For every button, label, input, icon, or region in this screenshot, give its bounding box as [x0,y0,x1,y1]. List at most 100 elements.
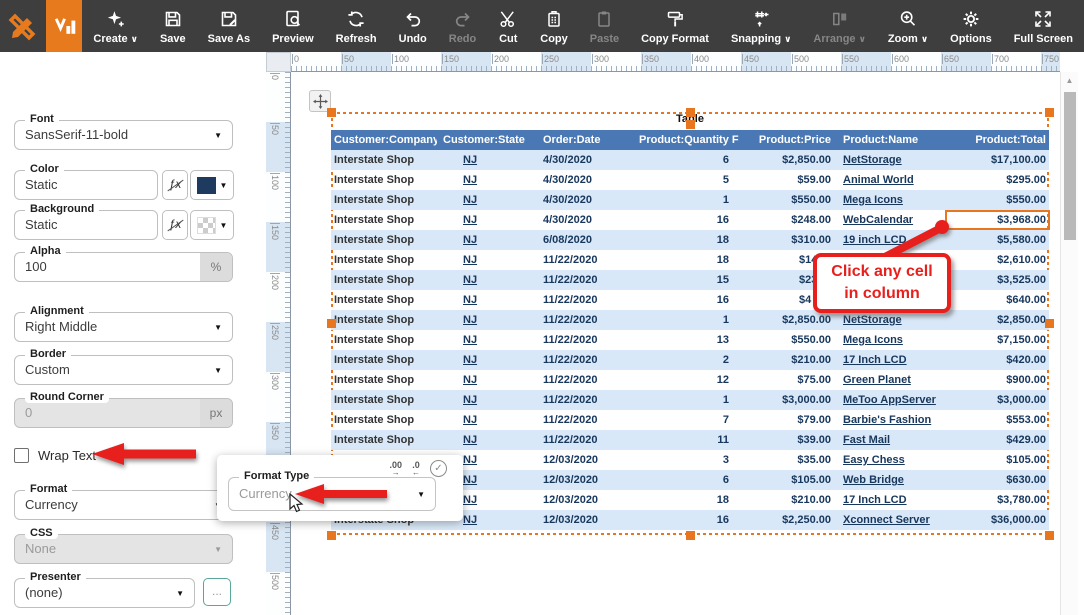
table-cell-price[interactable]: $310.00 [741,230,839,250]
table-cell-total[interactable]: $3,000.00 [951,390,1049,410]
alpha-field[interactable]: Alpha 100 % [14,252,233,282]
color-formula-button[interactable]: ƒx [162,170,188,200]
table-cell-company[interactable]: Interstate Shop [331,410,437,430]
table-cell-price[interactable]: $39.00 [741,430,839,450]
toolbar-item-options[interactable]: Options [939,0,1003,52]
table-cell-qty[interactable]: 7 [631,410,741,430]
column-header[interactable]: Customer:State [437,130,527,150]
table-cell-qty[interactable]: 18 [631,230,741,250]
scroll-up-icon[interactable]: ▲ [1061,76,1078,85]
table-cell-date[interactable]: 12/03/2020 [527,490,631,510]
table-cell-state[interactable]: NJ [437,370,527,390]
table-cell-company[interactable]: Interstate Shop [331,210,437,230]
table-cell-company[interactable]: Interstate Shop [331,350,437,370]
table-cell-name[interactable]: NetStorage [839,150,951,170]
table-cell-total[interactable]: $553.00 [951,410,1049,430]
apply-check-icon[interactable]: ✓ [430,460,447,477]
table-cell-qty[interactable]: 13 [631,330,741,350]
table-cell-qty[interactable]: 16 [631,290,741,310]
resize-handle-top-left[interactable] [327,108,336,117]
table-cell-name[interactable]: MeToo AppServer [839,390,951,410]
toolbar-item-snapping[interactable]: Snapping∨ [720,0,802,52]
table-cell-price[interactable]: $550.00 [741,330,839,350]
table-cell-company[interactable]: Interstate Shop [331,430,437,450]
table-cell-company[interactable]: Interstate Shop [331,290,437,310]
background-mode-field[interactable]: Background Static [14,210,158,240]
table-cell-qty[interactable]: 1 [631,390,741,410]
table-cell-name[interactable]: Xconnect Server [839,510,951,530]
table-cell-qty[interactable]: 16 [631,510,741,530]
column-header[interactable]: Order:Date [527,130,631,150]
table-cell-state[interactable]: NJ [437,310,527,330]
table-cell-price[interactable]: $75.00 [741,370,839,390]
selection-anchor-handle[interactable] [686,120,695,129]
table-row[interactable]: Interstate ShopNJ11/22/202011$39.00Fast … [331,430,1049,450]
table-cell-price[interactable]: $59.00 [741,170,839,190]
toolbar-item-copyformat[interactable]: Copy Format [630,0,720,52]
table-row[interactable]: Interstate ShopNJ11/22/20201$3,000.00MeT… [331,390,1049,410]
table-cell-company[interactable]: Interstate Shop [331,330,437,350]
table-cell-state[interactable]: NJ [437,390,527,410]
table-cell-date[interactable]: 11/22/2020 [527,310,631,330]
resize-handle-bottom-right[interactable] [1045,531,1054,540]
table-cell-qty[interactable]: 18 [631,250,741,270]
table-cell-date[interactable]: 6/08/2020 [527,230,631,250]
table-cell-price[interactable]: $210.00 [741,350,839,370]
table-cell-date[interactable]: 11/22/2020 [527,410,631,430]
table-cell-state[interactable]: NJ [437,290,527,310]
table-row[interactable]: Interstate ShopNJ4/30/20205$59.00Animal … [331,170,1049,190]
color-mode-field[interactable]: Color Static [14,170,158,200]
table-cell-date[interactable]: 12/03/2020 [527,470,631,490]
table-cell-total[interactable]: $550.00 [951,190,1049,210]
column-header[interactable]: Customer:Company [331,130,437,150]
column-header[interactable]: Product:Price [741,130,839,150]
table-row[interactable]: Interstate ShopNJ11/22/202013$550.00Mega… [331,330,1049,350]
table-cell-total[interactable]: $7,150.00 [951,330,1049,350]
table-cell-name[interactable]: Fast Mail [839,430,951,450]
table-cell-name[interactable]: Animal World [839,170,951,190]
table-cell-state[interactable]: NJ [437,210,527,230]
table-cell-company[interactable]: Interstate Shop [331,170,437,190]
table-cell-total[interactable]: $2,610.00 [951,250,1049,270]
font-dropdown[interactable]: Font SansSerif-11-bold ▼ [14,120,233,150]
table-cell-total[interactable]: $36,000.00 [951,510,1049,530]
table-cell-name[interactable]: Mega Icons [839,330,951,350]
table-cell-qty[interactable]: 5 [631,170,741,190]
table-cell-total[interactable]: $3,525.00 [951,270,1049,290]
table-cell-name[interactable]: 17 Inch LCD [839,350,951,370]
resize-handle-middle-left[interactable] [327,319,336,328]
toolbar-item-create[interactable]: Create∨ [82,0,149,52]
table-cell-price[interactable]: $210.00 [741,490,839,510]
table-cell-state[interactable]: NJ [437,270,527,290]
table-cell-company[interactable]: Interstate Shop [331,270,437,290]
table-cell-date[interactable]: 11/22/2020 [527,350,631,370]
table-cell-total[interactable]: $429.00 [951,430,1049,450]
table-cell-date[interactable]: 11/22/2020 [527,390,631,410]
table-cell-state[interactable]: NJ [437,410,527,430]
background-picker-button[interactable]: ▼ [190,210,234,240]
table-row[interactable]: Interstate ShopNJ11/22/202012$75.00Green… [331,370,1049,390]
toolbar-item-undo[interactable]: Undo [388,0,438,52]
table-cell-state[interactable]: NJ [437,190,527,210]
border-dropdown[interactable]: Border Custom ▼ [14,355,233,385]
table-row[interactable]: Interstate ShopNJ11/22/20207$79.00Barbie… [331,410,1049,430]
toolbar-item-save[interactable]: Save [149,0,197,52]
increase-decimal-icon[interactable]: .00→ [389,461,402,477]
background-formula-button[interactable]: ƒx [162,210,188,240]
toolbar-item-preview[interactable]: Preview [261,0,325,52]
scrollbar-thumb[interactable] [1064,92,1076,240]
table-cell-date[interactable]: 4/30/2020 [527,190,631,210]
column-header[interactable]: Product:Quantity F [631,130,741,150]
visual-designer-active-tab[interactable] [46,0,83,52]
table-cell-price[interactable]: $35.00 [741,450,839,470]
table-cell-name[interactable]: 17 Inch LCD [839,490,951,510]
canvas-vertical-scrollbar[interactable]: ▲ [1060,72,1078,615]
table-cell-date[interactable]: 4/30/2020 [527,170,631,190]
table-cell-date[interactable]: 12/03/2020 [527,510,631,530]
table-cell-state[interactable]: NJ [437,250,527,270]
table-cell-company[interactable]: Interstate Shop [331,150,437,170]
table-cell-state[interactable]: NJ [437,170,527,190]
table-cell-date[interactable]: 4/30/2020 [527,150,631,170]
table-cell-state[interactable]: NJ [437,330,527,350]
table-cell-price[interactable]: $3,000.00 [741,390,839,410]
